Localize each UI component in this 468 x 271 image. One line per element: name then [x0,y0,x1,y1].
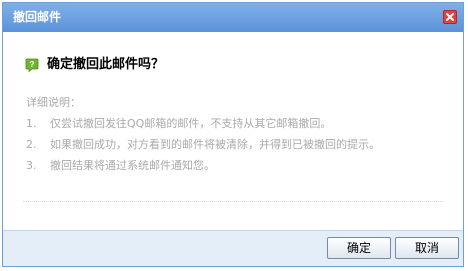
confirm-question: 确定撤回此邮件吗？ [47,57,165,72]
dialog-title: 撤回邮件 [13,10,62,24]
cancel-button[interactable]: 取消 [395,237,459,259]
content-divider [23,201,443,202]
detail-number: 1. [26,117,37,130]
question-icon: ? [25,58,39,72]
detail-number: 2. [26,138,37,151]
dialog-footer: 确定 取消 [3,230,463,266]
close-glyph [446,13,454,21]
recall-dialog: 撤回邮件 ? 确定撤回此邮件吗？ 详细说明： 1. 仅尝试撤回发往QQ邮箱的邮件… [2,2,464,267]
close-icon[interactable] [443,10,457,24]
dialog-titlebar[interactable]: 撤回邮件 [3,3,463,32]
confirm-button[interactable]: 确定 [327,237,391,259]
svg-text:?: ? [29,59,34,69]
detail-text: 如果撤回成功，对方看到的邮件将被清除，并得到已被撤回的提示。 [50,138,380,151]
detail-text: 撤回结果将通过系统邮件通知您。 [50,159,215,172]
detail-heading: 详细说明： [26,96,81,109]
detail-text: 仅尝试撤回发往QQ邮箱的邮件，不支持从其它邮箱撤回。 [50,117,332,130]
detail-number: 3. [26,159,37,172]
